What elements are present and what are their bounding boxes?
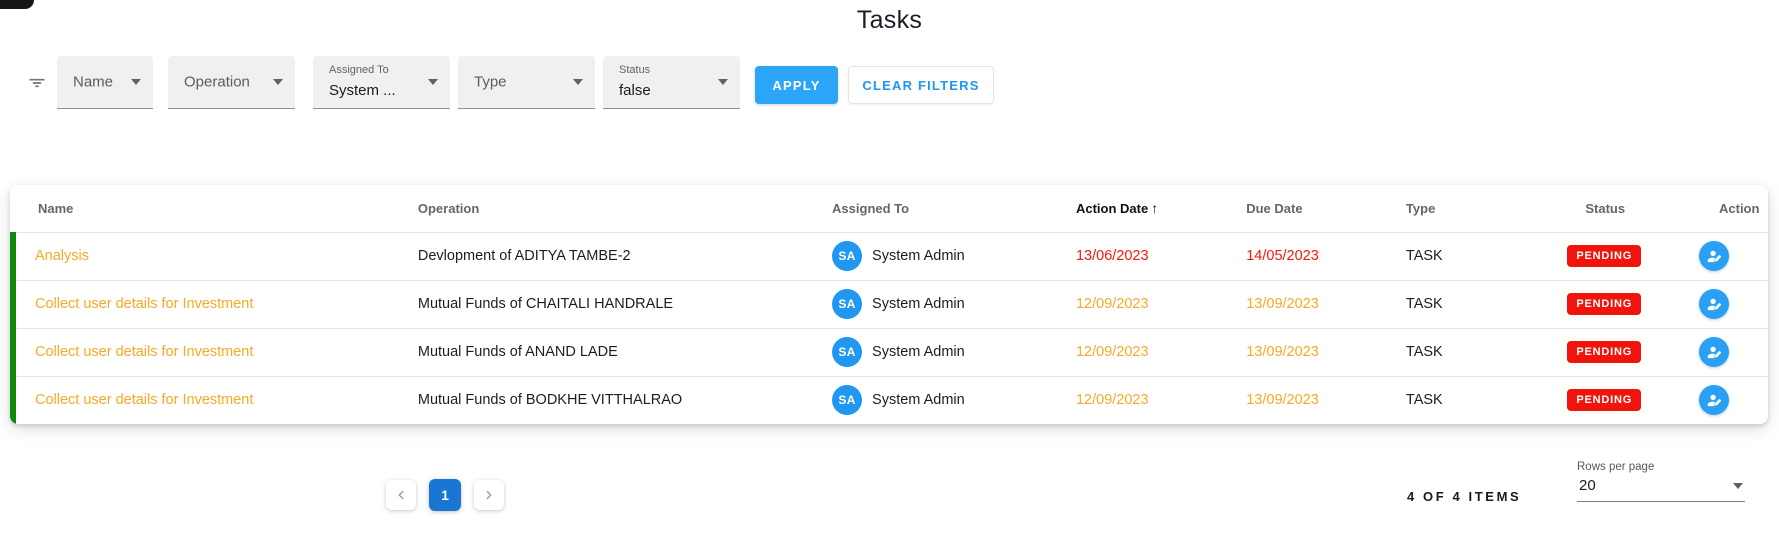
sort-ascending-icon: ↑ — [1151, 200, 1159, 217]
table-row: Collect user details for Investment Mutu… — [10, 279, 1768, 328]
task-action-date: 13/06/2023 — [1065, 231, 1237, 280]
filter-list-icon[interactable] — [25, 71, 49, 95]
chevron-down-icon — [428, 79, 438, 85]
previous-page-button[interactable] — [386, 480, 416, 510]
column-header-status[interactable]: Status — [1557, 185, 1689, 232]
task-status-cell: PENDING — [1557, 375, 1689, 424]
task-action-cell — [1689, 327, 1768, 376]
status-badge: PENDING — [1567, 245, 1642, 267]
reassign-task-button[interactable] — [1699, 289, 1729, 319]
task-due-date: 14/05/2023 — [1236, 231, 1396, 280]
task-due-date: 13/09/2023 — [1236, 279, 1396, 328]
avatar: SA — [832, 241, 863, 271]
filter-assigned-to-label: Assigned To — [329, 64, 389, 76]
task-action-date: 12/09/2023 — [1065, 327, 1237, 376]
assignee-name: System Admin — [872, 344, 965, 360]
filter-name-label: Name — [73, 73, 114, 91]
filter-status-dropdown[interactable]: Status false — [603, 56, 740, 109]
page-title: Tasks — [856, 6, 923, 34]
task-assigned-cell: SA System Admin — [822, 327, 1066, 376]
reassign-task-button[interactable] — [1699, 241, 1729, 271]
task-type: TASK — [1395, 327, 1558, 376]
task-action-date: 12/09/2023 — [1065, 375, 1237, 424]
task-action-cell — [1689, 375, 1768, 424]
clear-filters-button[interactable]: CLEAR FILTERS — [848, 66, 994, 104]
task-status-cell: PENDING — [1557, 279, 1689, 328]
task-assigned-cell: SA System Admin — [822, 231, 1066, 280]
task-due-date: 13/09/2023 — [1236, 327, 1396, 376]
task-action-date: 12/09/2023 — [1065, 279, 1237, 328]
task-type: TASK — [1395, 231, 1558, 280]
assignee-name: System Admin — [872, 248, 965, 264]
chevron-down-icon — [718, 79, 728, 85]
rows-per-page-label: Rows per page — [1577, 461, 1655, 473]
column-header-name[interactable]: Name — [13, 185, 408, 232]
filter-status-value: false — [619, 82, 651, 99]
rows-per-page-select[interactable]: 20 — [1577, 473, 1745, 502]
table-row: Collect user details for Investment Mutu… — [10, 327, 1768, 376]
assignee-name: System Admin — [872, 392, 965, 409]
task-operation: Mutual Funds of CHAITALI HANDRALE — [407, 279, 823, 328]
table-row: Analysis Devlopment of ADITYA TAMBE-2 SA… — [10, 231, 1768, 280]
tasks-table: Name Operation Assigned To Action Date ↑ … — [10, 185, 1768, 424]
tasks-page: Tasks Name Operation Assigned To System … — [0, 0, 1779, 554]
filter-assigned-to-value: System ... — [329, 82, 396, 99]
filter-operation-label: Operation — [184, 73, 250, 91]
reassign-task-button[interactable] — [1699, 337, 1729, 367]
next-page-button[interactable] — [474, 480, 504, 510]
filter-type-label: Type — [474, 73, 507, 91]
items-count: 4 OF 4 ITEMS — [1407, 489, 1522, 504]
task-status-cell: PENDING — [1557, 231, 1689, 280]
task-status-cell: PENDING — [1557, 327, 1689, 376]
task-operation: Mutual Funds of BODKHE VITTHALRAO — [407, 375, 823, 424]
column-header-assigned-to[interactable]: Assigned To — [822, 185, 1066, 232]
filter-bar: Name Operation Assigned To System ... Ty… — [0, 56, 994, 109]
column-header-action: Action — [1719, 200, 1760, 216]
chevron-down-icon — [1733, 482, 1743, 489]
task-assigned-cell: SA System Admin — [822, 279, 1066, 328]
task-type: TASK — [1395, 375, 1558, 424]
filter-assigned-to-dropdown[interactable]: Assigned To System ... — [313, 56, 450, 109]
task-action-cell — [1689, 279, 1768, 328]
task-name-link[interactable]: Collect user details for Investment — [10, 279, 408, 328]
chevron-down-icon — [573, 79, 583, 85]
column-header-action-date-label: Action Date — [1075, 201, 1149, 217]
rows-per-page-value: 20 — [1579, 477, 1596, 494]
status-badge: PENDING — [1567, 293, 1642, 315]
filter-operation-dropdown[interactable]: Operation — [168, 56, 295, 109]
task-due-date: 13/09/2023 — [1236, 375, 1396, 424]
status-badge: PENDING — [1567, 341, 1642, 363]
chevron-down-icon — [273, 79, 283, 85]
task-type: TASK — [1395, 279, 1558, 328]
pagination: 1 — [386, 479, 504, 511]
table-row: Collect user details for Investment Mutu… — [10, 375, 1768, 424]
tasks-table-card: Name Operation Assigned To Action Date ↑ … — [10, 185, 1768, 424]
task-operation: Mutual Funds of ANAND LADE — [407, 327, 823, 376]
task-action-cell — [1689, 231, 1768, 280]
column-header-due-date[interactable]: Due Date — [1236, 185, 1396, 232]
column-header-type[interactable]: Type — [1396, 185, 1557, 232]
filter-name-dropdown[interactable]: Name — [57, 56, 153, 109]
task-name-link[interactable]: Collect user details for Investment — [10, 375, 408, 424]
column-header-action-date[interactable]: Action Date ↑ — [1066, 185, 1236, 232]
task-operation: Devlopment of ADITYA TAMBE-2 — [407, 231, 823, 280]
task-name-link[interactable]: Collect user details for Investment — [10, 327, 408, 376]
chevron-down-icon — [131, 79, 141, 85]
status-badge: PENDING — [1567, 389, 1642, 412]
apply-button[interactable]: APPLY — [755, 66, 838, 104]
task-name-link[interactable]: Analysis — [10, 231, 408, 280]
column-header-operation[interactable]: Operation — [408, 185, 822, 232]
table-header-row: Name Operation Assigned To Action Date ↑ … — [13, 185, 1768, 232]
avatar: SA — [832, 289, 863, 319]
rows-per-page: Rows per page 20 — [1577, 461, 1745, 502]
filter-type-dropdown[interactable]: Type — [458, 56, 595, 109]
task-assigned-cell: SA System Admin — [822, 375, 1066, 424]
avatar: SA — [832, 337, 863, 367]
page-number-button[interactable]: 1 — [429, 479, 461, 511]
filter-status-label: Status — [619, 64, 651, 76]
reassign-task-button[interactable] — [1699, 385, 1729, 416]
assignee-name: System Admin — [872, 296, 965, 312]
avatar: SA — [832, 385, 863, 416]
